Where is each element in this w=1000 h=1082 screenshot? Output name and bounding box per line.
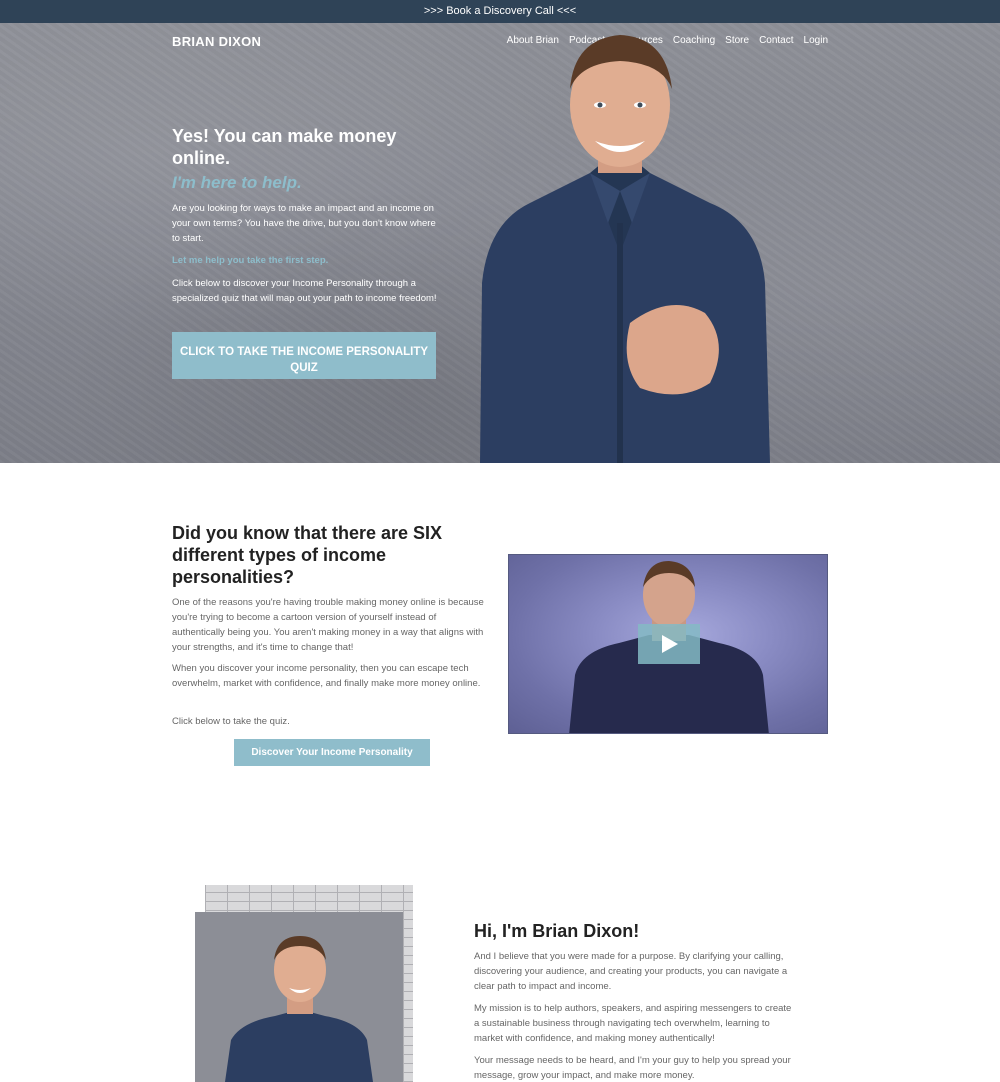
play-icon [662, 635, 678, 653]
about-photo [195, 885, 415, 1082]
hero-paragraph-2: Click below to discover your Income Pers… [172, 278, 437, 304]
intro-video-player[interactable] [508, 554, 828, 734]
personality-paragraph-3: Click below to take the quiz. [172, 716, 290, 727]
about-paragraph-3: Your message needs to be heard, and I'm … [474, 1055, 791, 1081]
hero-headline: Yes! You can make money online. [172, 126, 397, 168]
about-paragraph-1: And I believe that you were made for a p… [474, 951, 788, 992]
personality-paragraph-1: One of the reasons you're having trouble… [172, 597, 484, 653]
discovery-call-bar[interactable]: >>> Book a Discovery Call <<< [0, 0, 1000, 23]
brian-portrait [195, 912, 403, 1082]
about-heading: Hi, I'm Brian Dixon! [474, 921, 640, 941]
hero-section: BRIAN DIXON About Brian Podcast Resource… [0, 23, 1000, 463]
about-paragraph-2: My mission is to help authors, speakers,… [474, 1003, 792, 1044]
hero-subheadline: I'm here to help. [172, 173, 302, 192]
hero-paragraph-1: Are you looking for ways to make an impa… [172, 203, 436, 244]
site-logo[interactable]: BRIAN DIXON [172, 34, 261, 49]
hero-accent-text: Let me help you take the first step. [172, 255, 329, 266]
personality-heading: Did you know that there are SIX differen… [172, 523, 443, 587]
nav-login[interactable]: Login [804, 35, 828, 46]
discover-personality-button[interactable]: Discover Your Income Personality [234, 739, 430, 766]
play-button[interactable] [638, 624, 700, 664]
personality-paragraph-2: When you discover your income personalit… [172, 663, 481, 689]
take-quiz-button[interactable]: CLICK TO TAKE THE INCOME PERSONALITY QUI… [172, 332, 436, 379]
hero-portrait-photo [480, 35, 770, 463]
